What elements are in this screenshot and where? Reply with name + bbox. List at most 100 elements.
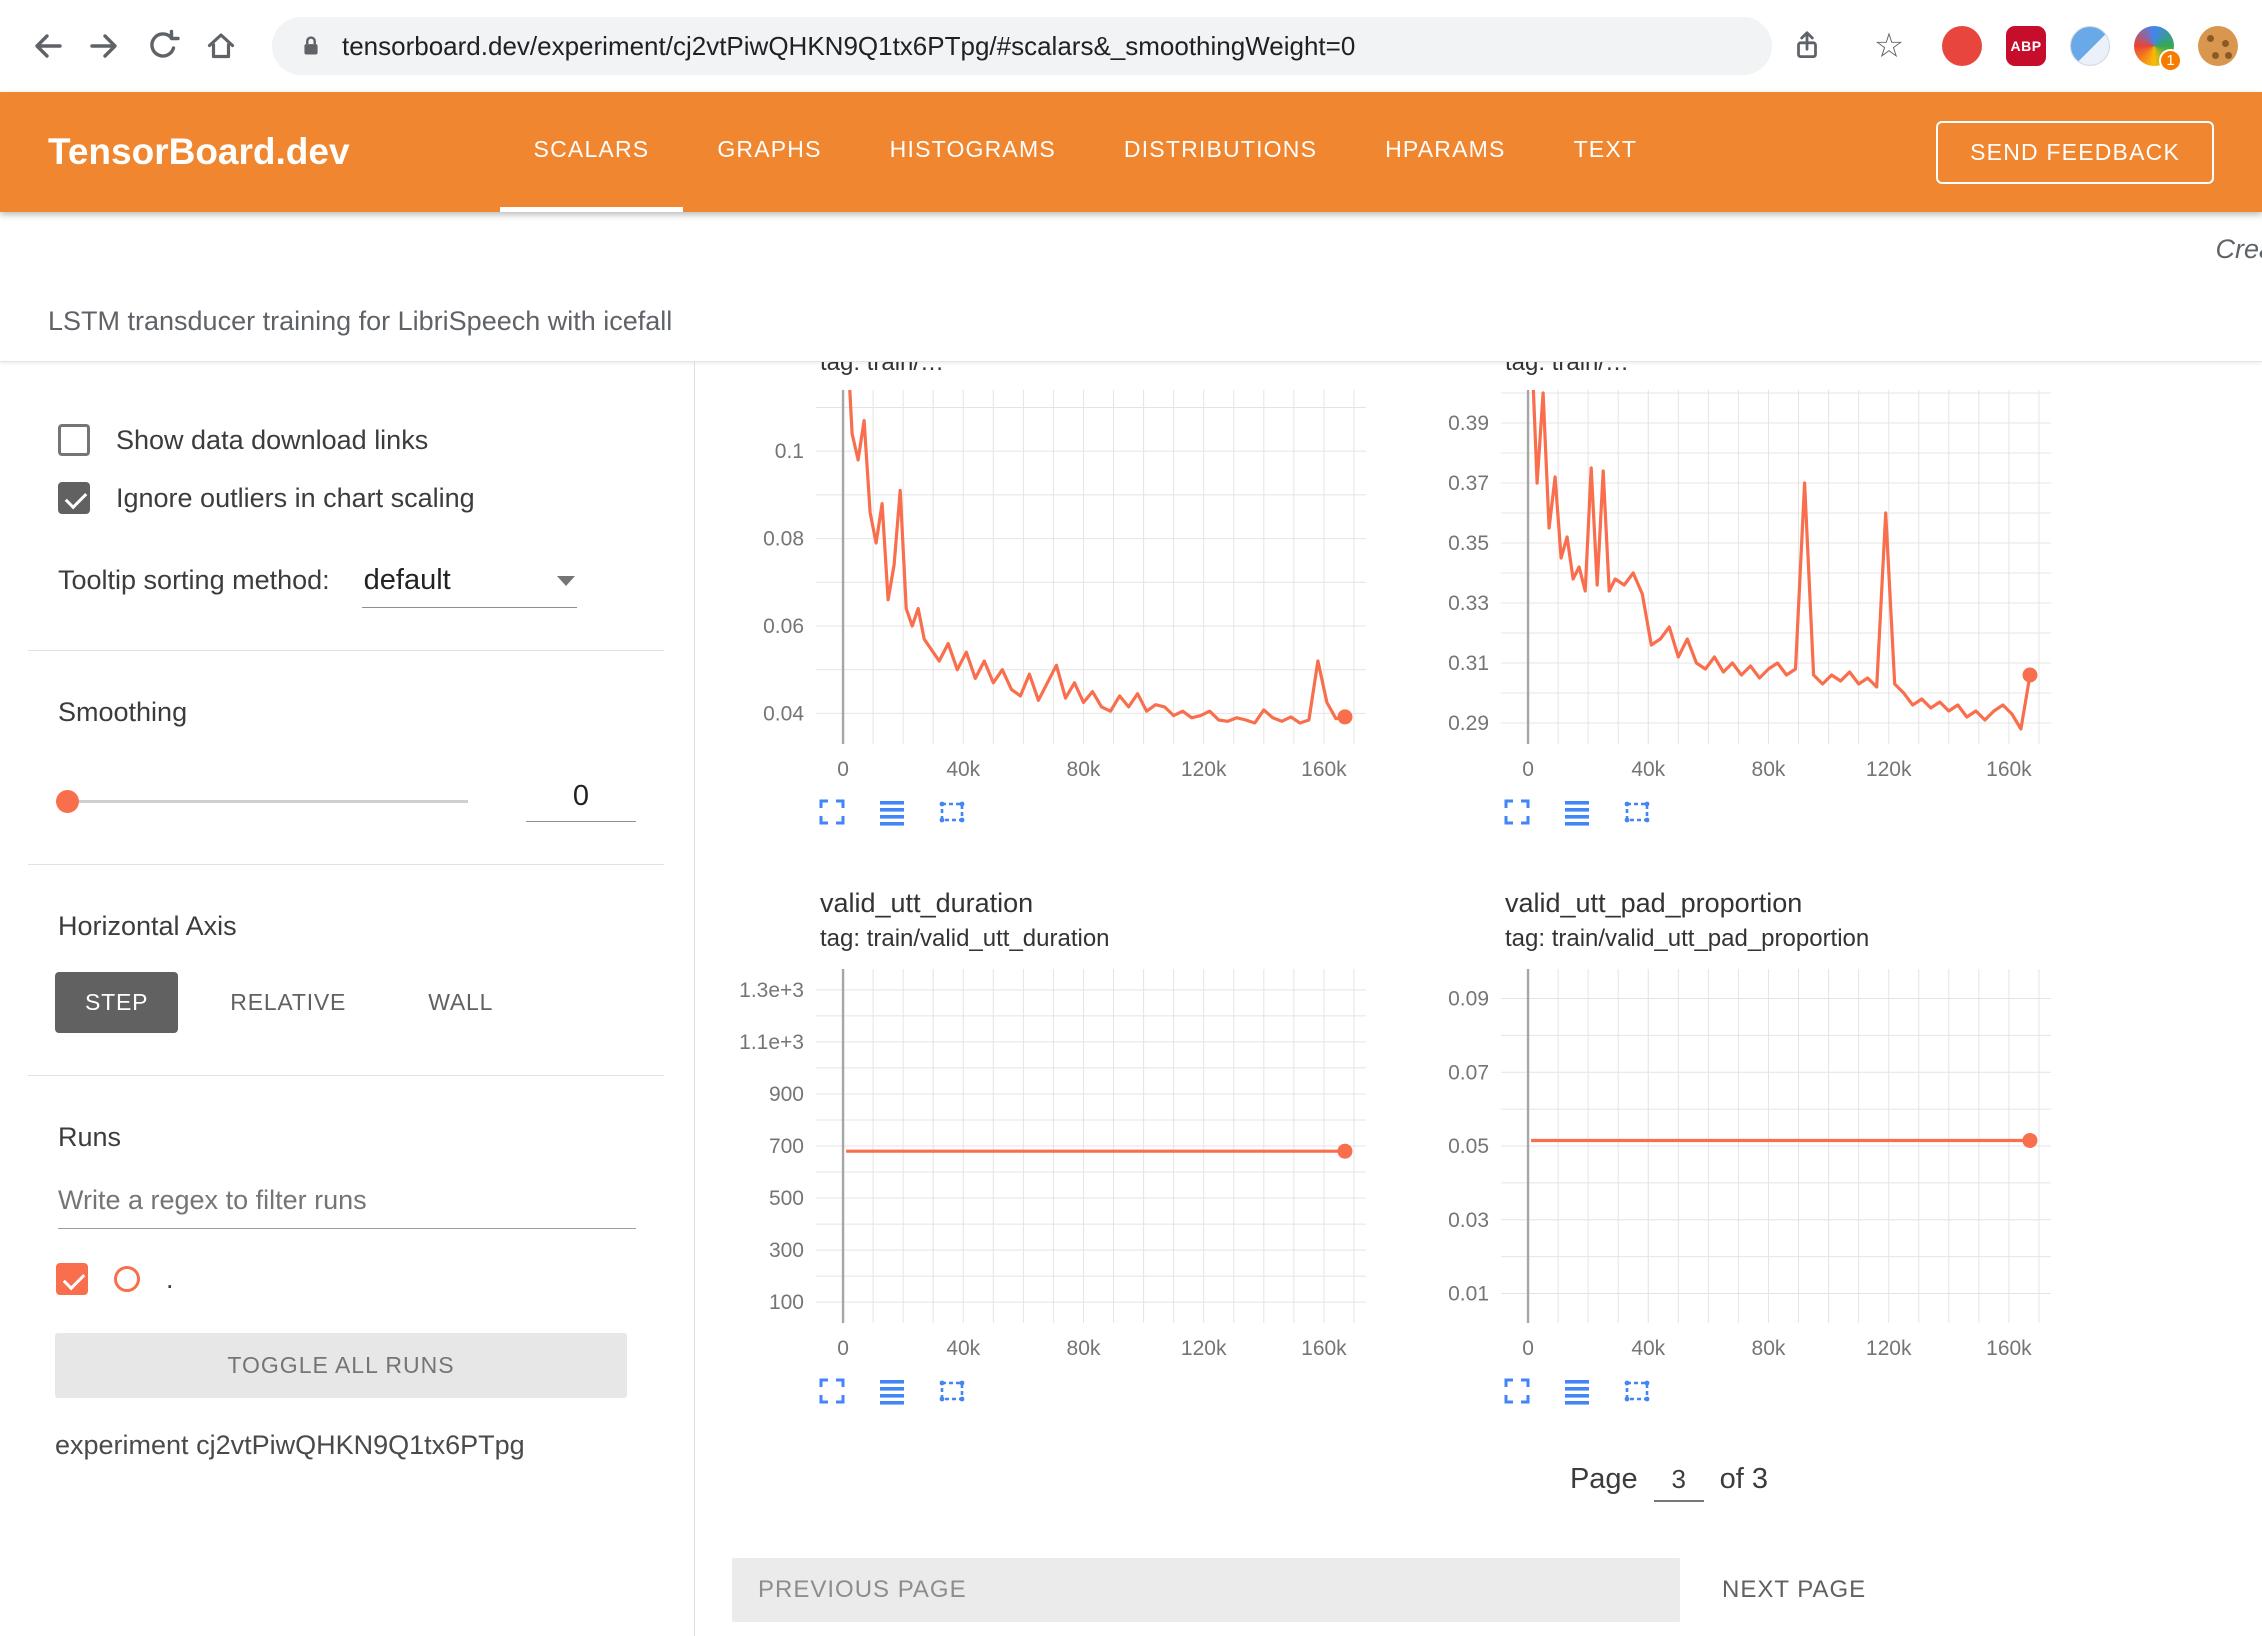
- address-bar[interactable]: tensorboard.dev/experiment/cj2vtPiwQHKN9…: [272, 17, 1772, 75]
- svg-text:300: 300: [769, 1239, 804, 1262]
- smoothing-label: Smoothing: [58, 697, 694, 728]
- app-logo[interactable]: TensorBoard.dev: [48, 131, 350, 173]
- svg-text:0.07: 0.07: [1448, 1061, 1489, 1084]
- svg-text:700: 700: [769, 1135, 804, 1158]
- run-name: .: [166, 1264, 174, 1295]
- fit-domain-icon: [937, 1376, 967, 1406]
- show-download-links-label: Show data download links: [116, 425, 428, 456]
- fit-domain-button[interactable]: [1621, 796, 1653, 828]
- svg-text:120k: 120k: [1866, 1337, 1912, 1360]
- svg-text:0.03: 0.03: [1448, 1209, 1489, 1232]
- run-checkbox[interactable]: [56, 1263, 88, 1295]
- tab-hparams[interactable]: HPARAMS: [1351, 92, 1539, 212]
- tab-distributions[interactable]: DISTRIBUTIONS: [1090, 92, 1351, 212]
- svg-text:0.09: 0.09: [1448, 988, 1489, 1011]
- ignore-outliers-checkbox[interactable]: [58, 482, 90, 514]
- page-of-label: of 3: [1720, 1463, 1768, 1496]
- chart-canvas[interactable]: 040k80k120k160k0.010.030.050.070.09: [1405, 959, 2065, 1367]
- svg-text:0.04: 0.04: [763, 702, 804, 725]
- back-button[interactable]: [18, 17, 76, 75]
- pagination: Page of 3: [898, 1463, 2262, 1502]
- previous-page-button[interactable]: PREVIOUS PAGE: [732, 1558, 1680, 1622]
- tab-text[interactable]: TEXT: [1540, 92, 1672, 212]
- experiment-id-text: experiment cj2vtPiwQHKN9Q1tx6PTpg: [55, 1430, 694, 1461]
- data-lines-icon: [1562, 1376, 1592, 1406]
- data-lines-icon: [877, 1376, 907, 1406]
- abp-extension-icon[interactable]: ABP: [2006, 26, 2046, 66]
- avatar-badge: 1: [2159, 49, 2182, 72]
- fit-domain-button[interactable]: [936, 1375, 968, 1407]
- browser-toolbar: tensorboard.dev/experiment/cj2vtPiwQHKN9…: [0, 0, 2262, 92]
- expand-chart-button[interactable]: [1501, 1375, 1533, 1407]
- chart-card-valid-utt-pad-proportion: valid_utt_pad_proportion tag: train/vali…: [1405, 858, 2065, 1437]
- chart-tag-clipped: tag: train/…: [1505, 362, 2065, 378]
- reload-icon: [145, 28, 181, 64]
- bookmark-button[interactable]: ☆: [1860, 17, 1918, 75]
- chart-card-train-loss-2: tag: train/… 040k80k120k160k0.290.310.33…: [1405, 362, 2065, 858]
- chart-canvas[interactable]: 040k80k120k160k1003005007009001.1e+31.3e…: [720, 959, 1380, 1367]
- axis-relative-button[interactable]: RELATIVE: [200, 972, 376, 1033]
- tooltip-sorting-dropdown[interactable]: default: [362, 564, 577, 608]
- fit-domain-button[interactable]: [936, 796, 968, 828]
- runs-filter-input[interactable]: [58, 1185, 636, 1229]
- svg-text:500: 500: [769, 1187, 804, 1210]
- home-icon: [203, 28, 239, 64]
- svg-text:0.06: 0.06: [763, 615, 804, 638]
- adblock-extension-icon[interactable]: [1942, 26, 1982, 66]
- page-number-input[interactable]: [1654, 1464, 1704, 1502]
- smoothing-slider-thumb[interactable]: [56, 790, 79, 813]
- svg-text:160k: 160k: [1986, 1337, 2032, 1360]
- axis-wall-button[interactable]: WALL: [398, 972, 523, 1033]
- lock-icon[interactable]: [296, 31, 326, 61]
- forward-icon: [87, 28, 123, 64]
- url-text: tensorboard.dev/experiment/cj2vtPiwQHKN9…: [342, 31, 1355, 62]
- expand-chart-button[interactable]: [816, 1375, 848, 1407]
- show-download-links-checkbox[interactable]: [58, 424, 90, 456]
- svg-text:1.1e+3: 1.1e+3: [739, 1031, 804, 1054]
- horizontal-axis-label: Horizontal Axis: [58, 911, 694, 942]
- chart-canvas[interactable]: 040k80k120k160k0.290.310.330.350.370.39: [1405, 380, 2065, 788]
- smoothing-slider[interactable]: [60, 800, 468, 803]
- tab-histograms[interactable]: HISTOGRAMS: [856, 92, 1090, 212]
- svg-text:0: 0: [837, 758, 849, 781]
- svg-text:0.39: 0.39: [1448, 412, 1489, 435]
- chart-tag: tag: train/valid_utt_duration: [820, 925, 1380, 953]
- expand-chart-button[interactable]: [1501, 796, 1533, 828]
- forward-button[interactable]: [76, 17, 134, 75]
- expand-chart-button[interactable]: [816, 796, 848, 828]
- reload-button[interactable]: [134, 17, 192, 75]
- view-data-button[interactable]: [1561, 796, 1593, 828]
- extension-icon-blue[interactable]: [2070, 26, 2110, 66]
- toggle-all-runs-button[interactable]: TOGGLE ALL RUNS: [55, 1333, 627, 1398]
- svg-text:80k: 80k: [1752, 1337, 1786, 1360]
- svg-text:1.3e+3: 1.3e+3: [739, 979, 804, 1002]
- chart-title: valid_utt_pad_proportion: [1505, 888, 2065, 919]
- view-data-button[interactable]: [1561, 1375, 1593, 1407]
- chart-canvas[interactable]: 040k80k120k160k0.040.060.080.1: [720, 380, 1380, 788]
- fit-domain-button[interactable]: [1621, 1375, 1653, 1407]
- app-header: TensorBoard.dev SCALARS GRAPHS HISTOGRAM…: [0, 92, 2262, 212]
- tab-graphs[interactable]: GRAPHS: [683, 92, 855, 212]
- share-button[interactable]: [1778, 17, 1836, 75]
- chart-tag: tag: train/valid_utt_pad_proportion: [1505, 925, 2065, 953]
- home-button[interactable]: [192, 17, 250, 75]
- svg-text:0.1: 0.1: [775, 440, 804, 463]
- cookie-icon[interactable]: [2198, 26, 2238, 66]
- tab-scalars[interactable]: SCALARS: [500, 92, 684, 212]
- tooltip-sorting-label: Tooltip sorting method:: [58, 565, 330, 596]
- svg-text:80k: 80k: [1752, 758, 1786, 781]
- svg-text:900: 900: [769, 1083, 804, 1106]
- next-page-button[interactable]: NEXT PAGE: [1722, 1576, 1866, 1604]
- divider: [28, 650, 664, 651]
- svg-text:40k: 40k: [1631, 1337, 1665, 1360]
- svg-text:0.08: 0.08: [763, 528, 804, 551]
- fit-domain-icon: [1622, 797, 1652, 827]
- profile-avatar[interactable]: 1: [2134, 26, 2174, 66]
- back-icon: [29, 28, 65, 64]
- expand-icon: [1502, 1376, 1532, 1406]
- send-feedback-button[interactable]: SEND FEEDBACK: [1936, 121, 2214, 184]
- view-data-button[interactable]: [876, 796, 908, 828]
- axis-step-button[interactable]: STEP: [55, 972, 178, 1033]
- view-data-button[interactable]: [876, 1375, 908, 1407]
- smoothing-value-input[interactable]: 0: [526, 780, 636, 822]
